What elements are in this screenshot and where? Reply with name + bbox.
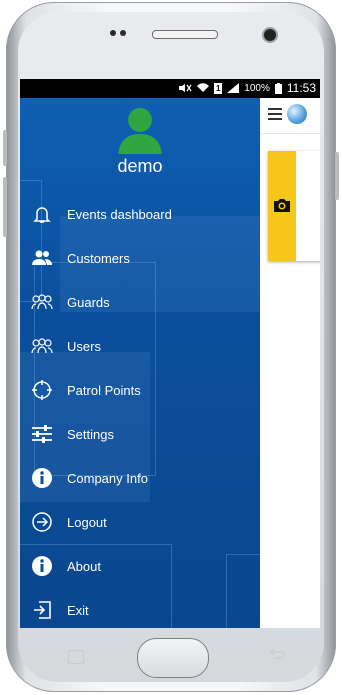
globe-icon[interactable] <box>287 104 307 124</box>
menu-item-label: Guards <box>67 294 110 310</box>
menu-item-patrol-points[interactable]: Patrol Points <box>20 368 260 412</box>
signal-icon <box>227 83 240 93</box>
menu-item-company-info[interactable]: Company Info <box>20 456 260 500</box>
info-icon <box>31 555 53 577</box>
menu-item-label: Settings <box>67 426 114 442</box>
menu-item-label: Users <box>67 338 101 354</box>
menu-item-guards[interactable]: Guards <box>20 280 260 324</box>
wifi-icon <box>197 83 210 92</box>
menu-item-customers[interactable]: Customers <box>20 236 260 280</box>
crosshair-icon <box>31 379 53 401</box>
menu-item-label: Customers <box>67 250 130 266</box>
menu-item-label: About <box>67 558 101 574</box>
main-content: I C <box>260 98 320 628</box>
users-icon <box>31 335 53 357</box>
bell-icon <box>31 203 53 225</box>
logout-icon <box>31 511 53 533</box>
event-card[interactable]: I C <box>268 151 320 261</box>
sliders-icon <box>31 423 53 445</box>
username: demo <box>117 156 163 176</box>
battery-icon <box>274 82 282 94</box>
battery-percent: 100% <box>244 82 270 94</box>
power-button <box>335 152 339 200</box>
menu-item-exit[interactable]: Exit <box>20 588 260 628</box>
status-bar: 1 100% 11:53 <box>20 79 320 98</box>
sim-icon: 1 <box>214 82 223 94</box>
clock: 11:53 <box>286 81 316 95</box>
menu-item-settings[interactable]: Settings <box>20 412 260 456</box>
menu-item-label: Patrol Points <box>67 382 141 398</box>
recent-apps-icon[interactable] <box>68 650 84 664</box>
home-button[interactable] <box>137 638 209 678</box>
camera-icon <box>274 199 290 212</box>
hamburger-menu-icon[interactable] <box>268 108 282 120</box>
app-bar <box>260 98 320 134</box>
menu-item-label: Company Info <box>67 470 148 486</box>
hardware-nav <box>20 628 320 680</box>
sensor-dot <box>110 30 116 36</box>
navigation-drawer: demo Events dashboard Customers Guards U… <box>20 98 260 628</box>
sensor-dot <box>120 30 126 36</box>
people-icon <box>31 247 53 269</box>
menu-item-users[interactable]: Users <box>20 324 260 368</box>
back-icon[interactable] <box>268 648 286 660</box>
volume-button-lower <box>3 177 7 237</box>
menu-item-about[interactable]: About <box>20 544 260 588</box>
menu-item-label: Exit <box>67 602 89 618</box>
phone-screen: 1 100% 11:53 demo Events dashboard Custo… <box>20 79 320 628</box>
exit-icon <box>31 599 53 621</box>
info-icon <box>31 467 53 489</box>
avatar <box>118 108 162 154</box>
menu-item-logout[interactable]: Logout <box>20 500 260 544</box>
front-camera <box>264 29 276 41</box>
guards-icon <box>31 291 53 313</box>
volume-button <box>3 130 7 166</box>
mute-icon <box>179 84 192 92</box>
menu-item-label: Events dashboard <box>67 206 172 222</box>
earpiece-speaker <box>152 30 218 39</box>
menu-item-events-dashboard[interactable]: Events dashboard <box>20 192 260 236</box>
menu-item-label: Logout <box>67 514 107 530</box>
